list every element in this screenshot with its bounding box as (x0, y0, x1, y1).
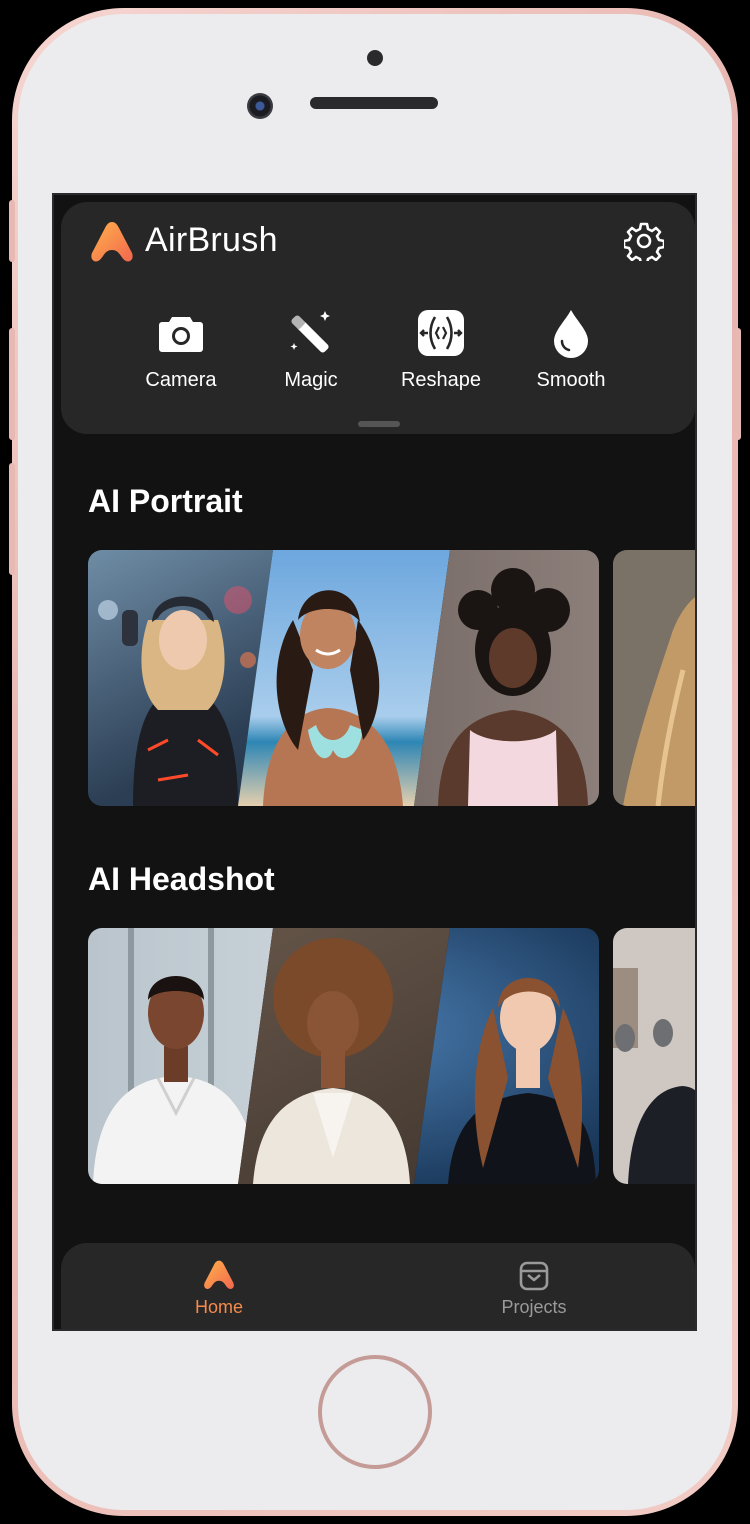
projects-box-icon (519, 1261, 549, 1291)
tool-smooth[interactable]: Smooth (516, 307, 626, 392)
ai-headshot-banner[interactable] (88, 928, 599, 1184)
power-button (735, 328, 741, 440)
ai-portrait-carousel[interactable] (88, 550, 697, 806)
app-title: AirBrush (145, 221, 278, 259)
tool-reshape[interactable]: Reshape (386, 307, 496, 392)
drag-handle[interactable] (358, 421, 400, 427)
ai-headshot-carousel[interactable] (88, 928, 697, 1184)
proximity-sensor (367, 50, 383, 66)
camera-icon (159, 317, 203, 352)
tool-label: Reshape (400, 369, 482, 391)
earpiece-speaker (310, 97, 438, 109)
tab-label: Home (194, 1297, 243, 1317)
magic-wand-icon (290, 311, 330, 353)
section-title-ai-headshot: AI Headshot (88, 861, 275, 897)
ai-headshot-next-card[interactable] (613, 928, 697, 1184)
gear-icon[interactable] (624, 221, 664, 261)
tool-label: Smooth (536, 369, 606, 391)
airbrush-logo-icon (204, 1260, 234, 1290)
tool-label: Camera (145, 369, 217, 391)
app-screen: AirBrush Camera Magic Reshape Smooth AI … (52, 193, 697, 1331)
reshape-icon (418, 310, 464, 356)
tab-label: Projects (501, 1297, 567, 1317)
header-card: AirBrush Camera Magic Reshape Smooth (61, 202, 695, 434)
ai-portrait-banner[interactable] (88, 550, 599, 806)
drop-icon (554, 310, 588, 358)
tab-home[interactable]: Home (159, 1257, 279, 1318)
bottom-tab-bar: Home Projects (61, 1243, 695, 1329)
volume-up-button (9, 328, 15, 440)
volume-down-button (9, 463, 15, 575)
front-camera (247, 93, 273, 119)
section-title-ai-portrait: AI Portrait (88, 483, 243, 519)
tool-camera[interactable]: Camera (126, 307, 236, 392)
mute-switch (9, 200, 15, 262)
tab-projects[interactable]: Projects (474, 1257, 594, 1318)
tool-magic[interactable]: Magic (256, 307, 366, 392)
airbrush-logo-icon (91, 222, 133, 262)
ai-portrait-next-card[interactable] (613, 550, 697, 806)
tool-label: Magic (284, 369, 338, 391)
home-button[interactable] (318, 1355, 432, 1469)
